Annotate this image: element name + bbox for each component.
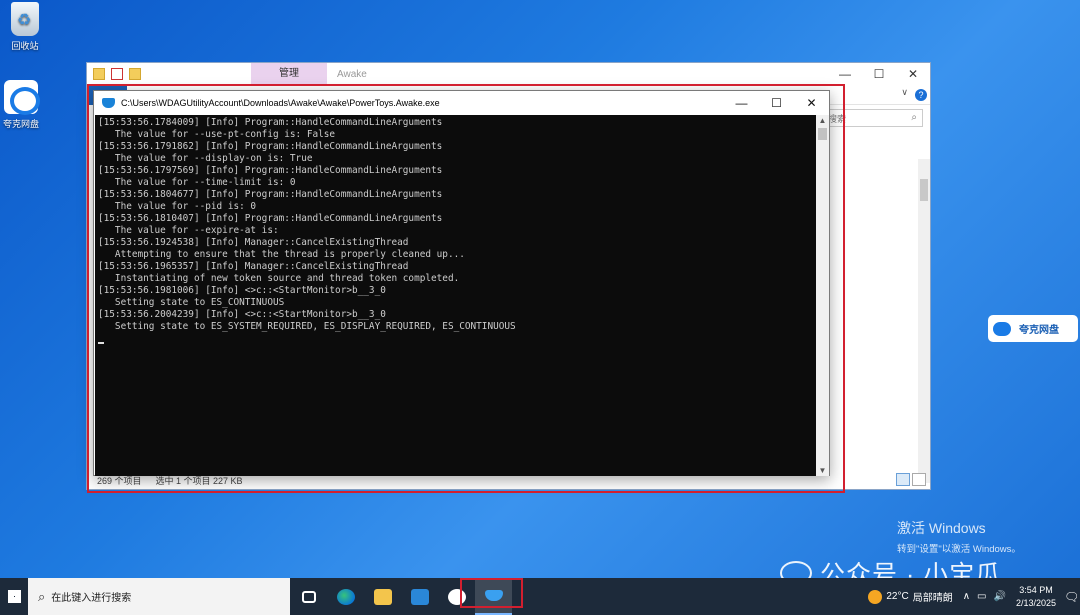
activate-windows-watermark: 激活 Windows 转到"设置"以激活 Windows。 (897, 518, 1021, 555)
weather-text: 局部晴朗 (912, 593, 953, 604)
network-icon[interactable]: ▭ (977, 591, 986, 602)
taskbar-edge[interactable] (327, 578, 364, 615)
large-icons-view-icon[interactable] (912, 473, 926, 486)
folder-icon (373, 588, 392, 605)
clock[interactable]: 3:54 PM 2/13/2025 (1016, 584, 1056, 610)
minimize-button[interactable]: — (828, 67, 862, 81)
system-tray: 22°C 局部晴朗 ∧ ▭ 🔊 3:54 PM 2/13/2025 🗨 (868, 578, 1080, 615)
quark-cloud-icon (4, 80, 40, 115)
highlight-frame-taskbar-awake (460, 578, 523, 608)
quark-cloud-icon (993, 321, 1011, 336)
notification-icon[interactable]: 🗨 (1064, 590, 1080, 604)
new-folder-icon[interactable] (129, 68, 141, 80)
tab-manage[interactable]: 管理 (251, 63, 327, 85)
quark-pill-label: 夸克网盘 (1019, 325, 1059, 336)
taskbar-file-explorer[interactable] (364, 578, 401, 615)
maximize-button[interactable]: ☐ (862, 67, 896, 81)
weather-widget[interactable]: 22°C 局部晴朗 (868, 589, 953, 604)
taskbar-search-placeholder: 在此键入进行搜索 (51, 593, 132, 604)
highlight-frame-console (87, 84, 845, 493)
show-hidden-icons-icon[interactable]: ∧ (963, 591, 970, 602)
clock-date: 2/13/2025 (1015, 597, 1056, 608)
view-toggle (896, 473, 926, 486)
activate-title: 激活 Windows (897, 520, 986, 536)
recycle-bin-label: 回收站 (11, 41, 39, 51)
taskbar-search-input[interactable]: ⌕ 在此键入进行搜索 (28, 578, 290, 615)
windows-logo-icon (7, 590, 21, 603)
taskbar: ⌕ 在此键入进行搜索 22°C 局部晴朗 ∧ ▭ 🔊 3:54 PM 2/13/… (0, 578, 1080, 615)
taskbar-store[interactable] (401, 578, 438, 615)
explorer-window-controls: — ☐ ✕ (828, 67, 930, 81)
store-icon (410, 588, 429, 605)
start-button[interactable] (0, 578, 28, 615)
task-view-button[interactable] (290, 578, 327, 615)
close-button[interactable]: ✕ (896, 67, 930, 81)
quark-drive-desktop-icon[interactable]: 夸克网盘 (0, 80, 46, 130)
scroll-thumb[interactable] (920, 179, 928, 201)
ribbon-expand-icon[interactable]: ∨ (901, 87, 908, 98)
recycle-bin-image (11, 2, 39, 36)
properties-icon[interactable] (111, 68, 123, 80)
quick-access-toolbar (87, 68, 247, 80)
activate-subtitle: 转到"设置"以激活 Windows。 (897, 544, 1021, 555)
quark-drive-floating-button[interactable]: 夸克网盘 (988, 315, 1078, 342)
clock-time: 3:54 PM (1019, 584, 1053, 595)
details-view-icon[interactable] (896, 473, 910, 486)
explorer-scrollbar[interactable] (918, 159, 930, 483)
quark-drive-label: 夸克网盘 (2, 119, 39, 129)
folder-icon[interactable] (93, 68, 105, 80)
explorer-titlebar: 管理 Awake — ☐ ✕ (87, 63, 930, 85)
temperature: 22°C (886, 591, 909, 602)
help-icon[interactable]: ? (915, 89, 927, 101)
task-view-icon (301, 590, 316, 603)
search-icon: ⌕ (911, 112, 917, 123)
recycle-bin-icon[interactable]: 回收站 (0, 2, 50, 52)
explorer-title: Awake (337, 68, 367, 80)
search-icon: ⌕ (38, 588, 46, 604)
edge-icon (336, 588, 355, 605)
tray-icons: ∧ ▭ 🔊 (963, 591, 1006, 602)
partly-sunny-icon (868, 589, 883, 604)
volume-icon[interactable]: 🔊 (994, 591, 1006, 602)
